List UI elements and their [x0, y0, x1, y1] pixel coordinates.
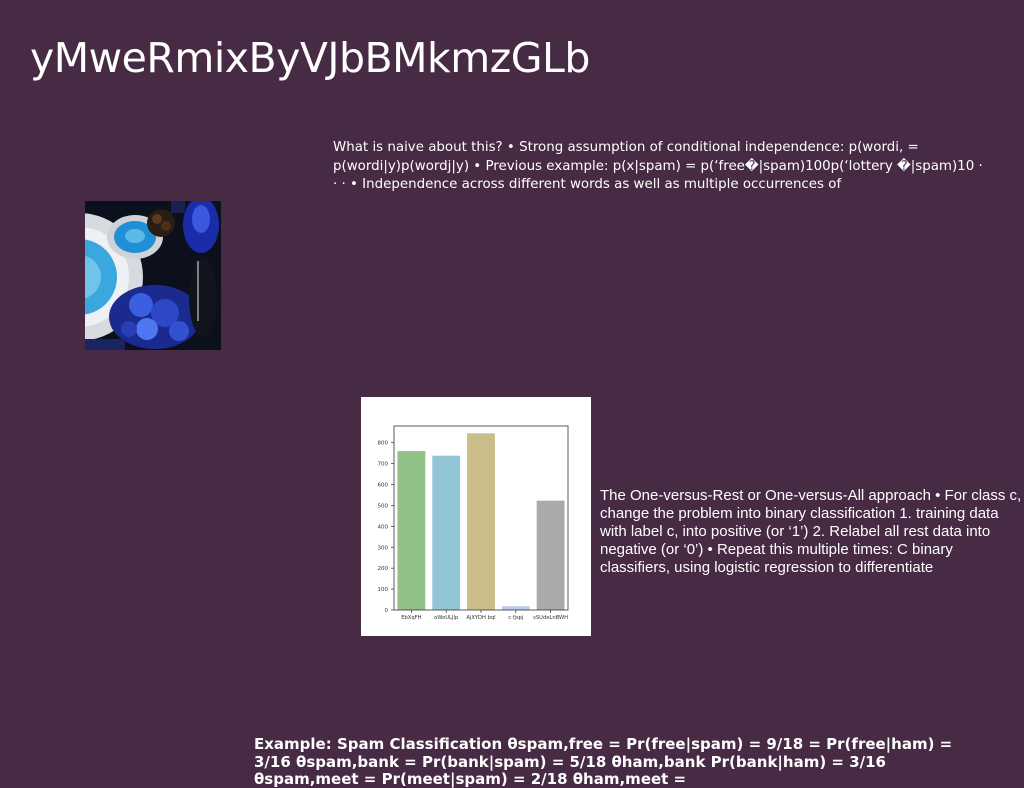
x-tick-label: sSUdeLnBWH: [533, 615, 568, 621]
y-tick-label: 800: [378, 441, 389, 447]
x-tick-label: AjXYDH bql: [466, 615, 495, 621]
y-tick-label: 100: [378, 587, 389, 593]
bars: [397, 433, 565, 610]
bar-chart-card: 0 100 200 300 400 500 600 700 800 EbXqFH oWoULJIp…: [361, 397, 591, 636]
x-tick-label: EbXqFH: [401, 615, 421, 621]
y-ticks: 0 100 200 300 400 500 600 700 800: [378, 441, 394, 614]
bar-chart: 0 100 200 300 400 500 600 700 800 EbXqFH oWoULJIp…: [378, 425, 569, 621]
y-tick-label: 0: [385, 608, 389, 614]
x-tick-label: c fjspj: [508, 615, 523, 621]
y-tick-label: 400: [378, 524, 389, 530]
bar-sSUdeLnBWH: [536, 500, 565, 610]
x-labels: EbXqFH oWoULJIp AjXYDH bql c fjspj sSUdeLnBW…: [401, 610, 568, 621]
slide-title: yMweRmixByVJbBMkmzGLb: [30, 34, 590, 82]
food-photo: [85, 201, 221, 350]
x-tick-label: oWoULJIp: [434, 615, 459, 621]
one-vs-rest-text: The One-versus-Rest or One-versus-All ap…: [600, 487, 1022, 576]
y-tick-label: 500: [378, 503, 389, 509]
y-tick-label: 600: [378, 483, 389, 489]
bar-c-fjspj: [501, 606, 530, 610]
bar-oWoULJIp: [432, 455, 461, 610]
spam-classification-text: Example: Spam Classification θspam,free …: [254, 736, 953, 788]
y-tick-label: 700: [378, 462, 389, 468]
bar-EbXqFH: [397, 451, 426, 610]
y-tick-label: 200: [378, 566, 389, 572]
bar-AjXYDH-bql: [467, 433, 495, 610]
food-photo-graphic: [85, 201, 221, 350]
y-tick-label: 300: [378, 545, 389, 551]
naive-bayes-text: What is naive about this? • Strong assum…: [333, 140, 983, 192]
